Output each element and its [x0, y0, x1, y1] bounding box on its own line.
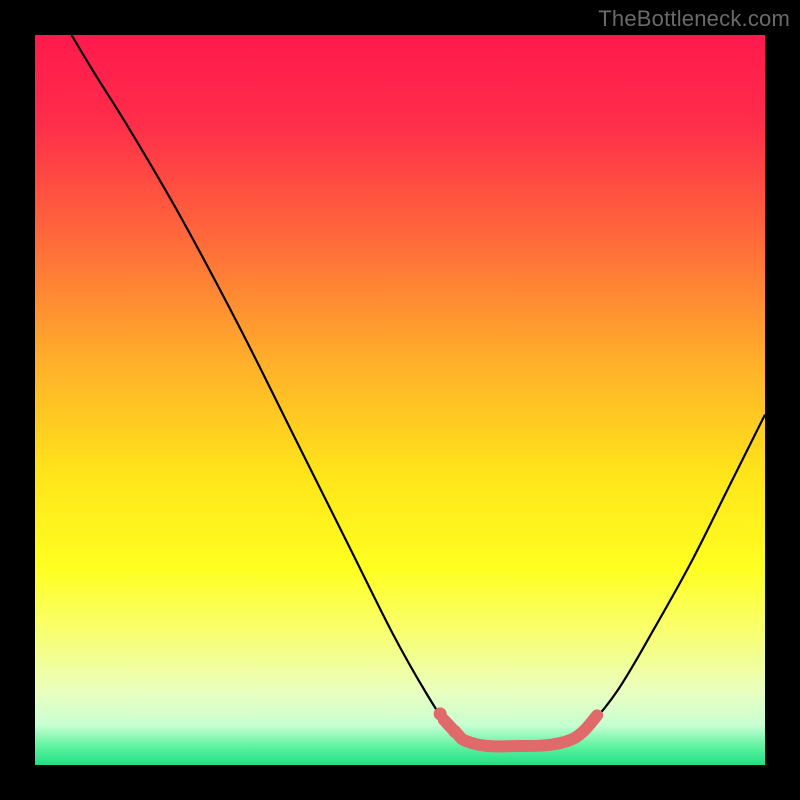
chart-frame: TheBottleneck.com [0, 0, 800, 800]
highlight-marker-1 [448, 725, 461, 738]
gradient-background [35, 35, 765, 765]
highlight-marker-0 [434, 707, 447, 720]
chart-svg [35, 35, 765, 765]
watermark-label: TheBottleneck.com [598, 6, 790, 32]
chart-plot [35, 35, 765, 765]
